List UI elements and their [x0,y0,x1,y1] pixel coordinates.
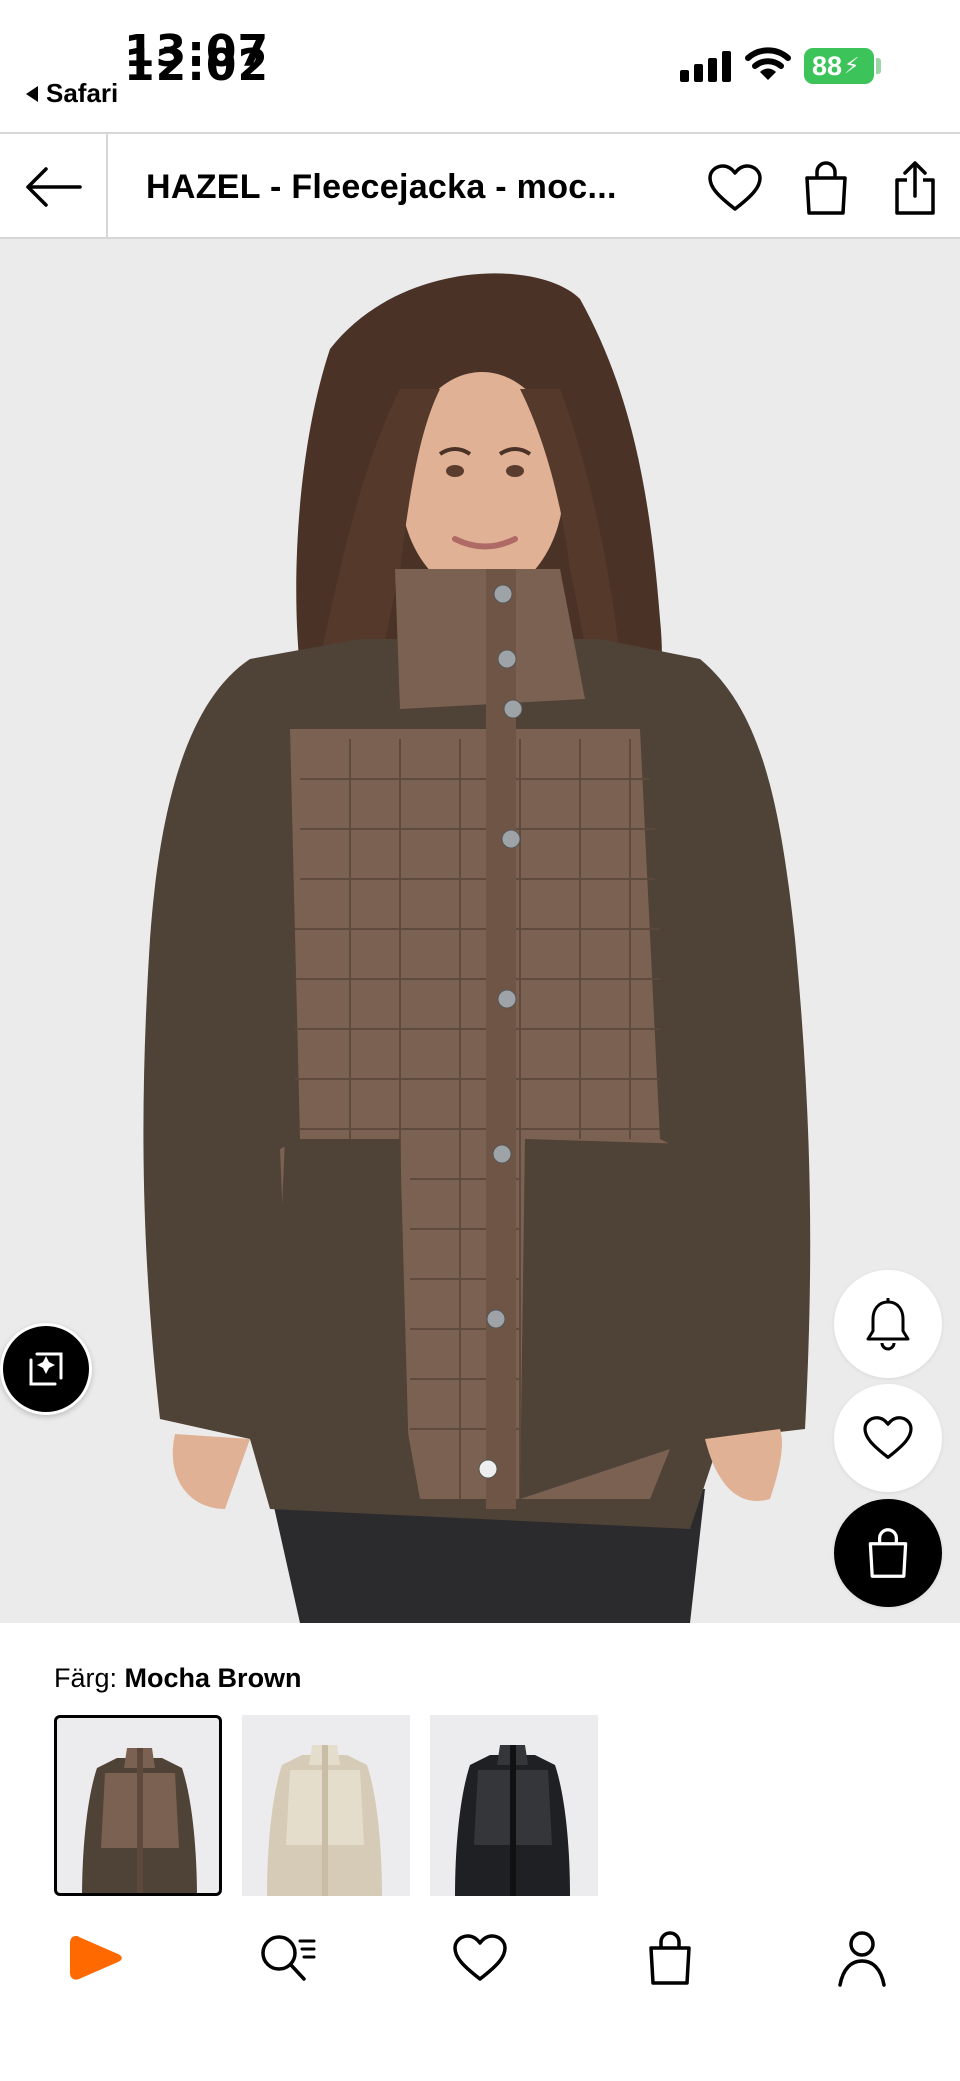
bottom-navigation [0,1896,960,2081]
heart-icon [708,164,762,211]
swatch-jacket-brown-image [82,1748,197,1893]
nav-wishlist[interactable] [440,1918,520,1998]
nav-profile[interactable] [822,1918,902,1998]
colour-selector: Färg: Mocha Brown [0,1623,960,1896]
share-button[interactable] [887,160,943,216]
battery-indicator: 88 ⚡ [804,48,874,84]
share-icon [895,161,935,215]
home-icon [70,1936,122,1980]
colour-swatch-mocha-brown[interactable] [54,1715,222,1896]
nav-home[interactable] [56,1918,136,1998]
battery-cap [876,58,881,74]
product-image[interactable] [0,239,960,1623]
back-button[interactable] [0,134,108,239]
bag-button[interactable] [798,160,854,216]
bell-icon [866,1298,910,1351]
bag-icon [805,161,847,215]
product-title: HAZEL - Fleecejacka - moc... [146,168,617,206]
notify-button[interactable] [834,1270,942,1378]
back-triangle-icon [26,85,38,102]
colour-label: Färg: Mocha Brown [54,1663,302,1694]
image-search-icon [29,1352,63,1386]
status-time-overlay: 12:02 [124,40,270,91]
back-arrow-icon [26,166,82,207]
model-wearing-jacket-image [143,273,811,1623]
back-app-label: Safari [46,78,119,108]
nav-bag[interactable] [630,1918,710,1998]
profile-icon [838,1931,886,1987]
colour-swatch-beige[interactable] [242,1715,410,1896]
heart-icon [863,1416,913,1459]
colour-label-prefix: Färg: [54,1663,118,1693]
back-to-safari-link[interactable]: Safari [26,78,118,109]
wishlist-icon [453,1934,507,1981]
cellular-signal-icon [680,50,732,82]
add-to-wishlist-button[interactable] [834,1384,942,1492]
search-icon [261,1935,316,1981]
add-to-bag-button[interactable] [834,1499,942,1607]
wifi-icon [745,47,791,80]
product-header: HAZEL - Fleecejacka - moc... [0,132,960,239]
colour-swatch-black[interactable] [430,1715,598,1896]
visual-search-button[interactable] [0,1323,92,1415]
status-bar: 13:07 12:02 Safari 88 ⚡ [0,0,960,132]
wishlist-button[interactable] [707,160,763,216]
swatch-jacket-beige-image [267,1745,382,1896]
selected-colour-name: Mocha Brown [124,1663,302,1693]
bag-icon [868,1528,908,1578]
swatch-jacket-black-image [455,1745,570,1896]
charging-bolt-icon: ⚡ [844,53,860,78]
nav-search[interactable] [248,1918,328,1998]
battery-level: 88 [812,50,843,81]
bag-icon [649,1931,691,1985]
